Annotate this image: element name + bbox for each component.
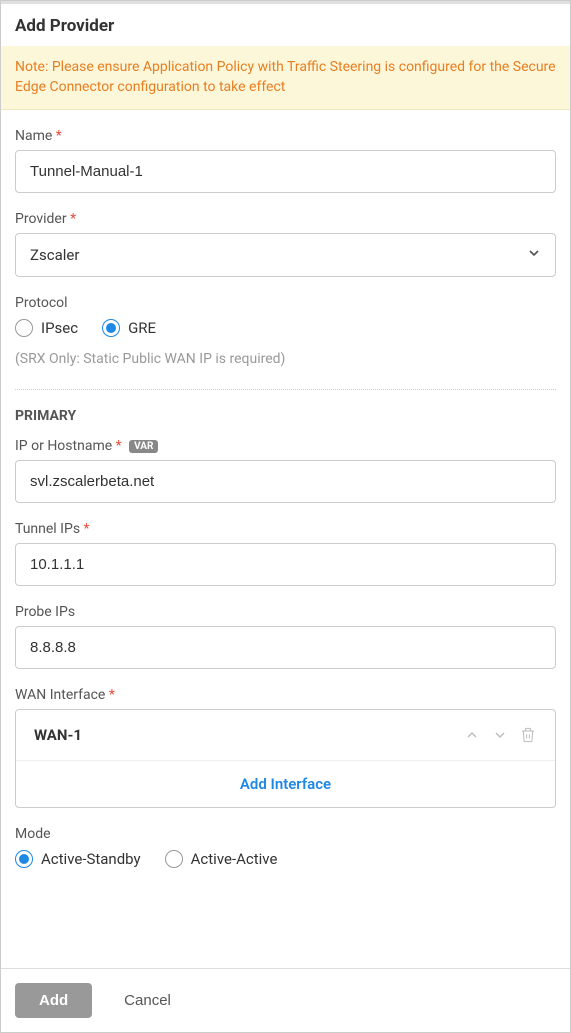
tunnel-ips-label: Tunnel IPs * <box>15 521 556 537</box>
name-input[interactable] <box>15 150 556 193</box>
protocol-hint: (SRX Only: Static Public WAN IP is requi… <box>15 351 556 367</box>
ip-hostname-label: IP or Hostname * VAR <box>15 438 556 454</box>
page-title: Add Provider <box>15 16 556 36</box>
trash-icon[interactable] <box>519 726 537 744</box>
add-interface-button[interactable]: Add Interface <box>16 761 555 807</box>
warning-note: Note: Please ensure Application Policy w… <box>1 46 570 110</box>
probe-ips-input[interactable] <box>15 626 556 669</box>
wan-interface-row[interactable]: WAN-1 <box>16 710 555 761</box>
var-badge: VAR <box>129 440 158 453</box>
radio-icon <box>102 319 120 337</box>
chevron-up-icon[interactable] <box>463 726 481 744</box>
wan-interface-name: WAN-1 <box>34 726 82 744</box>
cancel-button[interactable]: Cancel <box>124 992 171 1009</box>
chevron-down-icon[interactable] <box>491 726 509 744</box>
primary-heading: PRIMARY <box>15 408 556 424</box>
protocol-radio-ipsec[interactable]: IPsec <box>15 319 78 337</box>
radio-label: Active-Active <box>191 850 278 868</box>
name-label: Name * <box>15 128 556 144</box>
mode-radio-active-standby[interactable]: Active-Standby <box>15 850 141 868</box>
wan-interface-label: WAN Interface * <box>15 687 556 703</box>
mode-radio-active-active[interactable]: Active-Active <box>165 850 278 868</box>
provider-label: Provider * <box>15 211 556 227</box>
mode-label: Mode <box>15 826 556 842</box>
radio-icon <box>15 850 33 868</box>
divider <box>15 389 556 390</box>
radio-label: IPsec <box>41 319 78 337</box>
probe-ips-label: Probe IPs <box>15 604 556 620</box>
add-button[interactable]: Add <box>15 983 92 1018</box>
radio-label: Active-Standby <box>41 850 141 868</box>
tunnel-ips-input[interactable] <box>15 543 556 586</box>
protocol-label: Protocol <box>15 295 556 311</box>
radio-icon <box>15 319 33 337</box>
radio-icon <box>165 850 183 868</box>
radio-label: GRE <box>128 319 156 337</box>
ip-hostname-input[interactable] <box>15 460 556 503</box>
protocol-radio-gre[interactable]: GRE <box>102 319 156 337</box>
provider-select[interactable]: Zscaler <box>15 233 556 277</box>
